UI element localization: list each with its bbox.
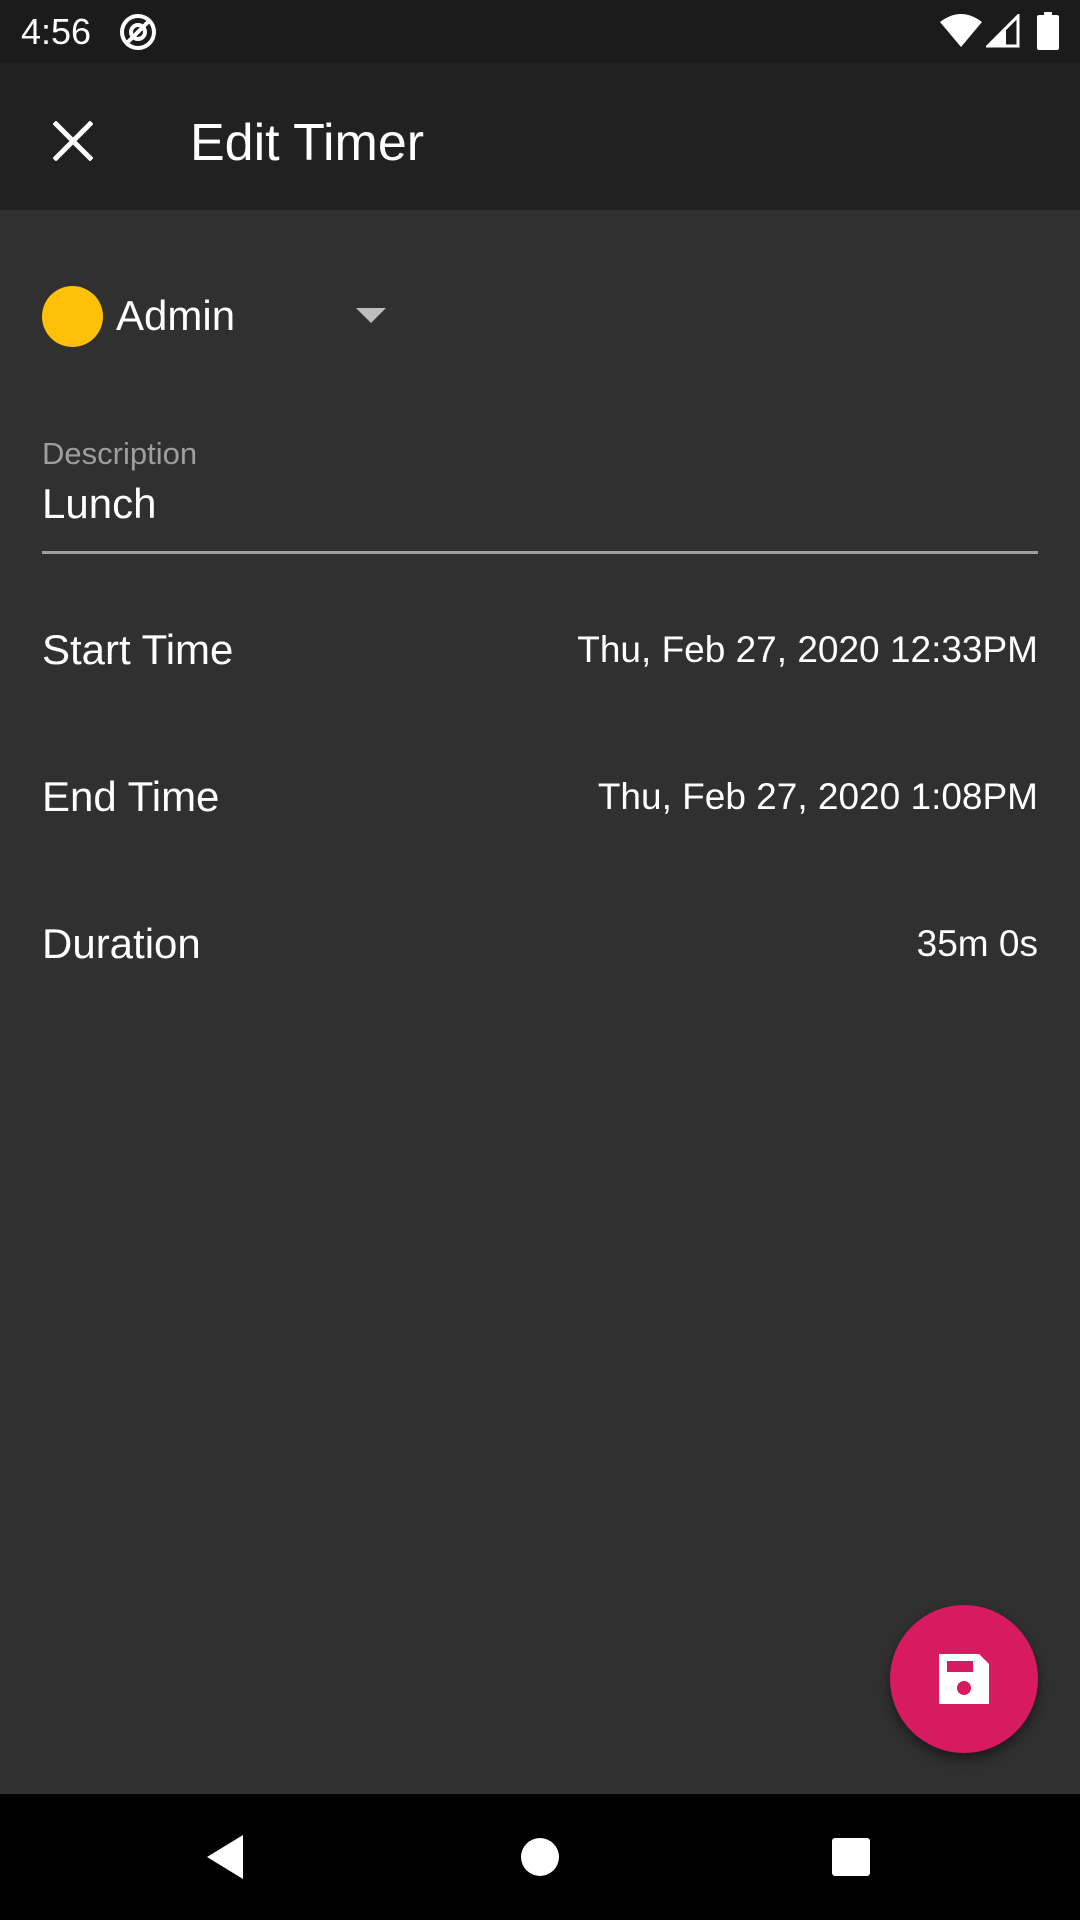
start-time-value[interactable]: Thu, Feb 27, 2020 12:33PM <box>577 629 1038 671</box>
project-selector[interactable]: Admin <box>42 280 402 352</box>
recents-icon <box>832 1838 870 1876</box>
app-bar: Edit Timer <box>0 63 1080 210</box>
project-name: Admin <box>116 292 236 339</box>
home-icon <box>521 1838 559 1876</box>
start-time-label: Start Time <box>42 626 234 673</box>
at-sign-icon <box>120 14 156 50</box>
description-field: Description <box>42 430 1038 556</box>
end-time-row[interactable]: End Time Thu, Feb 27, 2020 1:08PM <box>42 757 1038 837</box>
chevron-down-icon <box>356 308 386 323</box>
close-button[interactable] <box>37 105 109 177</box>
end-time-label: End Time <box>42 773 220 820</box>
description-label: Description <box>42 436 198 471</box>
close-icon <box>53 121 93 161</box>
start-time-row[interactable]: Start Time Thu, Feb 27, 2020 12:33PM <box>42 610 1038 690</box>
save-button[interactable] <box>890 1605 1038 1753</box>
recents-button[interactable] <box>811 1817 891 1897</box>
status-time: 4:56 <box>21 11 92 52</box>
description-input[interactable] <box>42 474 1038 534</box>
description-underline <box>42 551 1038 554</box>
duration-row: Duration 35m 0s <box>42 904 1038 984</box>
home-button[interactable] <box>500 1817 580 1897</box>
cell-signal-icon <box>986 14 1020 48</box>
back-icon <box>207 1835 243 1879</box>
save-icon <box>939 1654 989 1704</box>
duration-label: Duration <box>42 920 201 967</box>
wifi-icon <box>940 14 982 47</box>
battery-icon <box>1037 12 1059 50</box>
project-color-dot <box>42 285 103 347</box>
duration-value: 35m 0s <box>916 923 1038 964</box>
page-title: Edit Timer <box>190 114 425 172</box>
end-time-value[interactable]: Thu, Feb 27, 2020 1:08PM <box>598 776 1038 818</box>
status-bar: 4:56 <box>0 0 1080 63</box>
navigation-bar <box>0 1794 1080 1920</box>
back-button[interactable] <box>185 1817 265 1897</box>
